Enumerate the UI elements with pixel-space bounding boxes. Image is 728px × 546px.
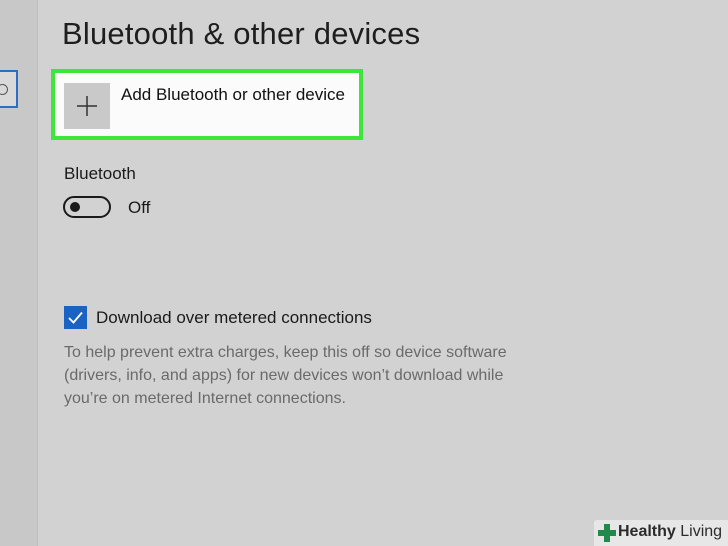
metered-download-label: Download over metered connections <box>96 308 372 327</box>
toggle-knob <box>70 202 80 212</box>
health-cross-icon <box>598 524 616 542</box>
watermark-brand-bold: Healthy <box>618 523 676 540</box>
search-icon <box>0 84 8 95</box>
plus-icon <box>64 83 110 129</box>
left-sidebar <box>0 0 38 546</box>
watermark-brand-light: Living <box>680 523 723 540</box>
add-device-label: Add Bluetooth or other device <box>121 85 345 104</box>
watermark-text: Healthy Living <box>618 523 722 541</box>
bluetooth-toggle[interactable] <box>63 196 111 218</box>
metered-download-checkbox[interactable] <box>64 306 87 329</box>
bluetooth-label: Bluetooth <box>64 164 136 183</box>
bluetooth-toggle-state: Off <box>128 198 151 217</box>
search-box[interactable] <box>0 70 18 108</box>
metered-help-text: To help prevent extra charges, keep this… <box>64 344 507 407</box>
watermark-logo: Healthy Living <box>594 520 728 546</box>
page-title: Bluetooth & other devices <box>62 16 421 51</box>
add-bluetooth-device-button[interactable]: Add Bluetooth or other device <box>51 69 363 140</box>
checkmark-icon <box>68 311 83 324</box>
